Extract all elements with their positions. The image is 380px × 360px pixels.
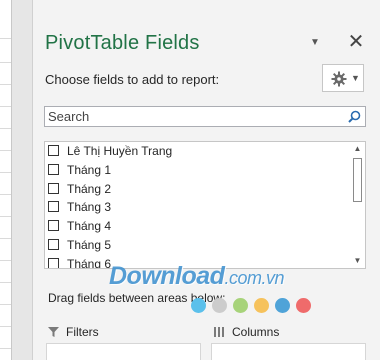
- filters-label: Filters: [66, 325, 99, 339]
- watermark-logo: Download.com.vn: [109, 262, 284, 291]
- field-label: Tháng 5: [67, 238, 112, 252]
- field-label: Tháng 4: [67, 219, 112, 233]
- grid-line: [0, 172, 11, 173]
- columns-icon: [214, 327, 224, 337]
- gear-icon: [331, 71, 347, 87]
- field-label: Tháng 2: [67, 182, 112, 196]
- grid-line: [0, 128, 11, 129]
- pane-splitter[interactable]: [12, 0, 32, 360]
- watermark-suffix: .com.vn: [224, 268, 284, 288]
- field-list: Lê Thị Huyền Trang Tháng 1 Tháng 2 Tháng…: [44, 141, 366, 269]
- dot: [296, 298, 311, 313]
- field-checkbox[interactable]: [48, 201, 59, 212]
- field-checkbox[interactable]: [48, 258, 59, 268]
- field-list-scrollbar[interactable]: ▲ ▼: [350, 142, 365, 268]
- chevron-down-icon: ▼: [351, 73, 360, 83]
- field-item[interactable]: Tháng 3: [47, 198, 347, 216]
- scroll-down-icon[interactable]: ▼: [350, 254, 365, 268]
- tools-button[interactable]: ▼: [322, 64, 364, 92]
- search-input[interactable]: [45, 107, 348, 126]
- close-icon[interactable]: ✕: [347, 32, 365, 52]
- watermark-brand: Download: [109, 262, 225, 290]
- search-icon[interactable]: [348, 110, 361, 123]
- choose-fields-label: Choose fields to add to report:: [45, 72, 220, 87]
- pivottable-fields-pane: PivotTable Fields ▼ ✕ Choose fields to a…: [32, 0, 380, 360]
- field-label: Tháng 3: [67, 200, 112, 214]
- dot: [275, 298, 290, 313]
- field-checkbox[interactable]: [48, 220, 59, 231]
- grid-line: [0, 216, 11, 217]
- grid-line: [0, 238, 11, 239]
- scroll-up-icon[interactable]: ▲: [350, 142, 365, 156]
- pane-title: PivotTable Fields: [45, 32, 200, 54]
- grid-line: [0, 282, 11, 283]
- dot: [191, 298, 206, 313]
- grid-line: [0, 260, 11, 261]
- grid-line: [0, 62, 11, 63]
- task-pane-options-chevron-down-icon[interactable]: ▼: [309, 38, 321, 48]
- field-label: Lê Thị Huyền Trang: [67, 144, 173, 158]
- grid-line: [0, 84, 11, 85]
- grid-line: [0, 150, 11, 151]
- dot: [212, 298, 227, 313]
- field-item[interactable]: Tháng 1: [47, 161, 347, 179]
- field-checkbox[interactable]: [48, 164, 59, 175]
- field-checkbox[interactable]: [48, 239, 59, 250]
- scrollbar-thumb[interactable]: [353, 158, 362, 202]
- dot: [233, 298, 248, 313]
- filters-drop-area[interactable]: [46, 343, 201, 360]
- field-label: Tháng 1: [67, 163, 112, 177]
- grid-line: [0, 326, 11, 327]
- grid-line: [0, 106, 11, 107]
- grid-line: [0, 38, 11, 39]
- field-item[interactable]: Tháng 4: [47, 217, 347, 235]
- filters-area-header: Filters: [48, 322, 198, 342]
- columns-drop-area[interactable]: [211, 343, 366, 360]
- dot: [254, 298, 269, 313]
- search-field[interactable]: [44, 106, 366, 127]
- grid-line: [0, 304, 11, 305]
- columns-label: Columns: [232, 325, 280, 339]
- grid-line: [0, 194, 11, 195]
- field-checkbox[interactable]: [48, 145, 59, 156]
- grid-line: [0, 348, 11, 349]
- field-item[interactable]: Tháng 2: [47, 180, 347, 198]
- field-item[interactable]: Tháng 5: [47, 236, 347, 254]
- field-checkbox[interactable]: [48, 183, 59, 194]
- field-item[interactable]: Lê Thị Huyền Trang: [47, 142, 347, 160]
- spreadsheet-grid-edge: [0, 0, 12, 360]
- filter-icon: [48, 327, 59, 337]
- columns-area-header: Columns: [214, 322, 364, 342]
- field-label: Tháng 6: [67, 257, 112, 269]
